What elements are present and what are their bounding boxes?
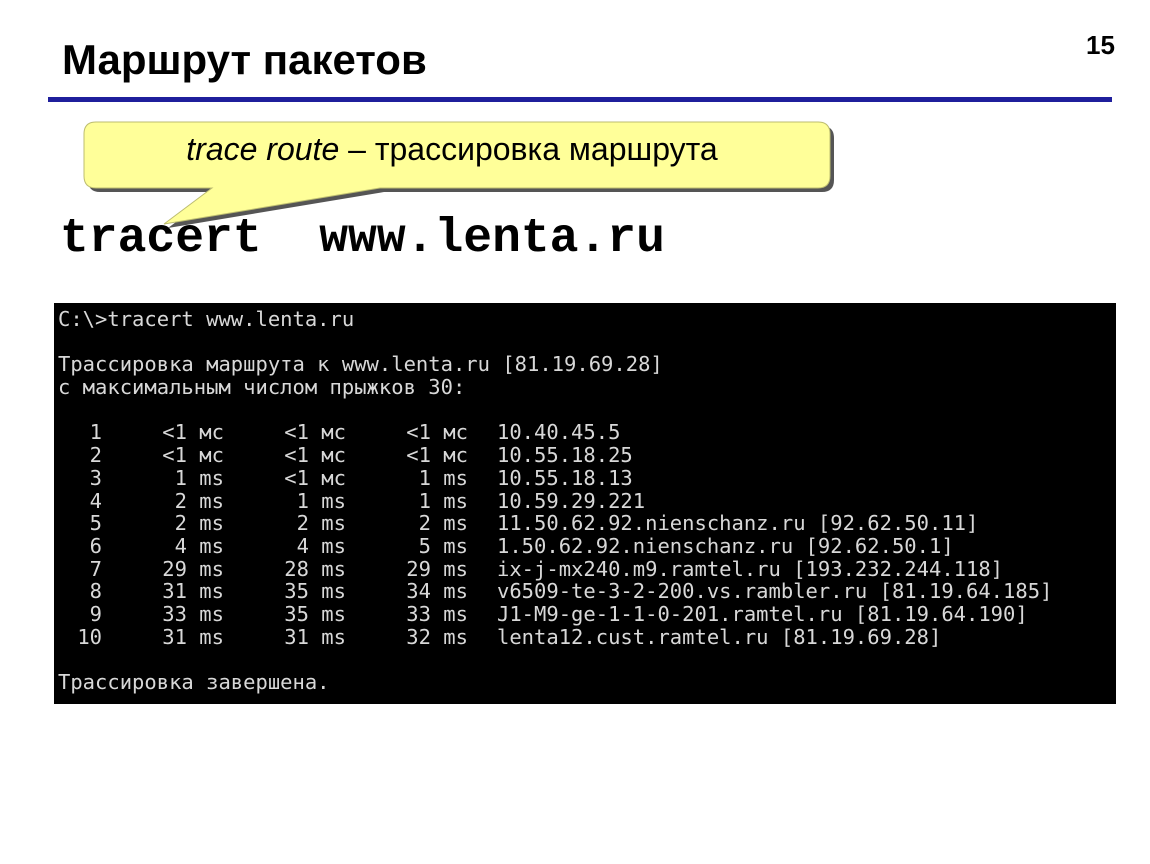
hop-row: 42 ms1 ms1 ms10.59.29.221: [58, 490, 1116, 513]
hop-number: 4: [58, 490, 102, 513]
hop-time-3: 1 ms: [346, 490, 468, 513]
hop-number: 10: [58, 626, 102, 649]
hop-row: 2<1 мс<1 мс<1 мс10.55.18.25: [58, 444, 1116, 467]
console-blank-line: [58, 331, 1116, 354]
console-blank-line: [58, 648, 1116, 671]
hop-row: 933 ms35 ms33 msJ1-M9-ge-1-1-0-201.ramte…: [58, 603, 1116, 626]
hop-time-2: 1 ms: [224, 490, 346, 513]
hop-time-3: <1 мс: [346, 421, 468, 444]
hop-host: v6509-te-3-2-200.vs.rambler.ru [81.19.64…: [468, 580, 1052, 603]
hop-number: 7: [58, 558, 102, 581]
hop-number: 9: [58, 603, 102, 626]
hop-time-1: 2 ms: [102, 512, 224, 535]
console-header-line: с максимальным числом прыжков 30:: [58, 376, 1116, 399]
hop-number: 2: [58, 444, 102, 467]
hop-host: lenta12.cust.ramtel.ru [81.19.69.28]: [468, 626, 941, 649]
hop-row: 64 ms4 ms5 ms1.50.62.92.nienschanz.ru [9…: [58, 535, 1116, 558]
hop-row: 831 ms35 ms34 msv6509-te-3-2-200.vs.ramb…: [58, 580, 1116, 603]
console-blank-line: [58, 399, 1116, 422]
hop-time-1: <1 мс: [102, 444, 224, 467]
callout-definition: – трассировка маршрута: [339, 131, 717, 167]
console-window: C:\>tracert www.lenta.ru Трассировка мар…: [54, 303, 1116, 704]
hop-time-3: 29 ms: [346, 558, 468, 581]
hop-host: 10.40.45.5: [468, 421, 620, 444]
hop-time-2: <1 мс: [224, 421, 346, 444]
hop-time-2: 4 ms: [224, 535, 346, 558]
hop-host: 10.55.18.13: [468, 467, 633, 490]
hop-time-3: <1 мс: [346, 444, 468, 467]
hop-number: 3: [58, 467, 102, 490]
hop-host: 1.50.62.92.nienschanz.ru [92.62.50.1]: [468, 535, 954, 558]
hop-host: 10.59.29.221: [468, 490, 645, 513]
hop-time-2: 2 ms: [224, 512, 346, 535]
hop-host: 11.50.62.92.nienschanz.ru [92.62.50.11]: [468, 512, 978, 535]
hop-number: 8: [58, 580, 102, 603]
hop-time-2: <1 мс: [224, 467, 346, 490]
hop-number: 1: [58, 421, 102, 444]
hop-time-1: 4 ms: [102, 535, 224, 558]
hop-time-1: <1 мс: [102, 421, 224, 444]
hop-time-3: 33 ms: [346, 603, 468, 626]
hop-host: J1-M9-ge-1-1-0-201.ramtel.ru [81.19.64.1…: [468, 603, 1028, 626]
hop-time-1: 33 ms: [102, 603, 224, 626]
console-footer-line: Трассировка завершена.: [58, 671, 1116, 694]
hop-time-2: 35 ms: [224, 580, 346, 603]
hop-time-2: 31 ms: [224, 626, 346, 649]
hop-host: ix-j-mx240.m9.ramtel.ru [193.232.244.118…: [468, 558, 1003, 581]
hop-time-3: 5 ms: [346, 535, 468, 558]
hop-number: 5: [58, 512, 102, 535]
hop-time-3: 2 ms: [346, 512, 468, 535]
hop-number: 6: [58, 535, 102, 558]
console-header-line: Трассировка маршрута к www.lenta.ru [81.…: [58, 353, 1116, 376]
hop-row: 729 ms28 ms29 msix-j-mx240.m9.ramtel.ru …: [58, 558, 1116, 581]
hop-list: 1<1 мс<1 мс<1 мс10.40.45.5 2<1 мс<1 мс<1…: [58, 421, 1116, 648]
hop-time-1: 31 ms: [102, 626, 224, 649]
hop-time-1: 2 ms: [102, 490, 224, 513]
hop-time-1: 1 ms: [102, 467, 224, 490]
callout-term: trace route: [186, 131, 339, 167]
hop-host: 10.55.18.25: [468, 444, 633, 467]
hop-time-1: 29 ms: [102, 558, 224, 581]
command-line: tracert www.lenta.ru: [60, 212, 665, 266]
hop-time-3: 32 ms: [346, 626, 468, 649]
hop-time-2: 35 ms: [224, 603, 346, 626]
hop-time-3: 1 ms: [346, 467, 468, 490]
hop-time-1: 31 ms: [102, 580, 224, 603]
callout-text: trace route – трассировка маршрута: [82, 118, 822, 180]
hop-time-2: 28 ms: [224, 558, 346, 581]
console-prompt-line: C:\>tracert www.lenta.ru: [58, 308, 1116, 331]
hop-row: 52 ms2 ms2 ms11.50.62.92.nienschanz.ru […: [58, 512, 1116, 535]
hop-row: 31 ms<1 мс1 ms10.55.18.13: [58, 467, 1116, 490]
hop-time-2: <1 мс: [224, 444, 346, 467]
hop-row: 1031 ms31 ms32 mslenta12.cust.ramtel.ru …: [58, 626, 1116, 649]
hop-time-3: 34 ms: [346, 580, 468, 603]
hop-row: 1<1 мс<1 мс<1 мс10.40.45.5: [58, 421, 1116, 444]
